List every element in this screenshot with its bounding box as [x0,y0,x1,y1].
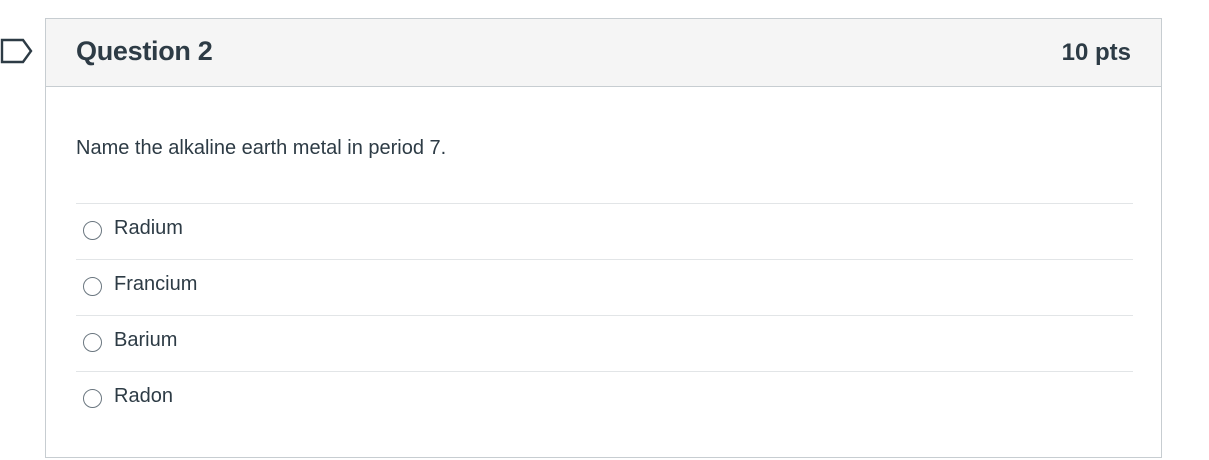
question-header: Question 2 10 pts [46,19,1161,87]
answer-option[interactable]: Barium [76,315,1133,371]
answer-option[interactable]: Francium [76,259,1133,315]
question-title: Question 2 [76,36,213,66]
answer-label[interactable]: Radon [114,385,173,408]
quiz-page: Question 2 10 pts Name the alkaline eart… [0,0,1209,460]
answer-label[interactable]: Radium [114,217,183,240]
radio-button-icon[interactable] [83,221,102,240]
question-text: Name the alkaline earth metal in period … [76,137,447,159]
radio-button-icon[interactable] [83,389,102,408]
answer-list: Radium Francium Barium Radon [76,203,1133,427]
radio-button-icon[interactable] [83,333,102,352]
answer-label[interactable]: Barium [114,329,177,352]
answer-option[interactable]: Radium [76,203,1133,259]
question-points: 10 pts [1061,39,1131,66]
answer-option[interactable]: Radon [76,371,1133,427]
flag-question-icon[interactable] [0,38,34,64]
question-card: Question 2 10 pts Name the alkaline eart… [45,18,1162,458]
answer-label[interactable]: Francium [114,273,197,296]
radio-button-icon[interactable] [83,277,102,296]
